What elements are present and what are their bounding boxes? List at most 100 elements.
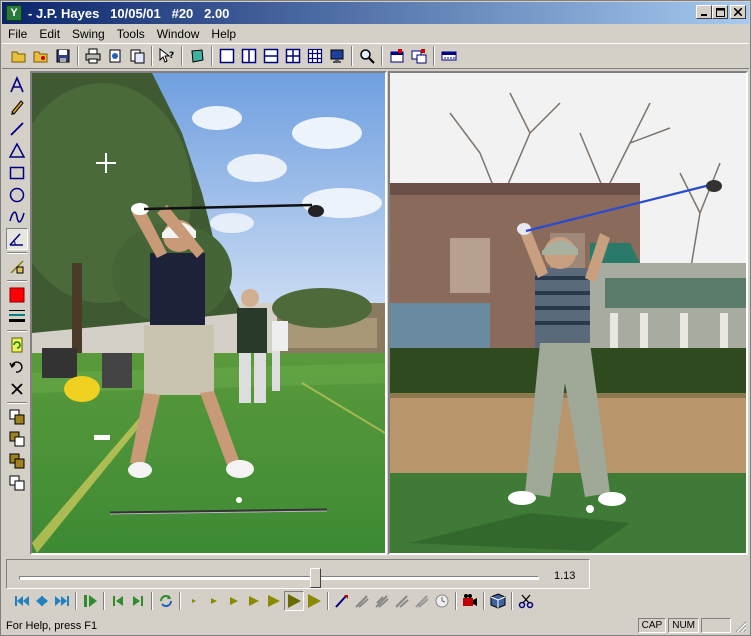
step-back-button[interactable] (32, 591, 52, 611)
play-forward-button[interactable] (284, 591, 304, 611)
undo-icon (9, 361, 23, 373)
menu-file[interactable]: File (2, 27, 33, 41)
previous-key-icon (113, 596, 123, 606)
play-pause-button[interactable] (80, 591, 100, 611)
layer-3-button[interactable] (6, 450, 28, 472)
previous-key-button[interactable] (108, 591, 128, 611)
menu-window[interactable]: Window (151, 27, 206, 41)
save-button[interactable] (52, 45, 74, 67)
trace-1-button[interactable] (352, 591, 372, 611)
timeline-thumb[interactable] (310, 568, 322, 588)
layout-quad-button[interactable] (282, 45, 304, 67)
draw-club-button[interactable] (332, 591, 352, 611)
layer-2-button[interactable] (6, 428, 28, 450)
undo-button[interactable] (6, 356, 28, 378)
print-button[interactable] (82, 45, 104, 67)
export-button[interactable] (126, 45, 148, 67)
timeline-slider[interactable] (19, 576, 539, 580)
status-empty-panel (701, 618, 731, 633)
trace-4-button[interactable] (412, 591, 432, 611)
refresh-drawing-button[interactable] (6, 334, 28, 356)
tool-separator (7, 330, 27, 332)
zoom-button[interactable] (356, 45, 378, 67)
menu-bar: File Edit Swing Tools Window Help (2, 24, 749, 43)
import-button[interactable] (104, 45, 126, 67)
toolbar-separator (433, 46, 435, 66)
text-tool-icon (10, 76, 24, 93)
down-the-line-swing-video (390, 73, 746, 553)
curve-tool-button[interactable] (6, 206, 28, 228)
layer-4-button[interactable] (6, 472, 28, 494)
scissors-button[interactable] (516, 591, 536, 611)
menu-tools[interactable]: Tools (111, 27, 151, 41)
speed-2-button[interactable] (204, 591, 224, 611)
video-pane-right[interactable] (388, 71, 748, 555)
video-pane-left[interactable] (30, 71, 387, 555)
speed-3-icon (230, 597, 238, 605)
record-video-button[interactable] (460, 591, 480, 611)
toolbar-separator (77, 46, 79, 66)
close-button[interactable] (730, 5, 746, 19)
title-bar[interactable]: Y - J.P. Hayes 10/05/01 #20 2.00 (2, 2, 749, 24)
speed-4-button[interactable] (244, 591, 264, 611)
resize-grip-icon[interactable] (733, 619, 747, 633)
open-folder-button[interactable] (8, 45, 30, 67)
app-logo-icon[interactable]: Y (6, 5, 22, 21)
triangle-tool-icon (8, 142, 26, 158)
swing-library-button[interactable] (386, 45, 408, 67)
minimize-button[interactable] (696, 5, 712, 19)
trace-4-icon (415, 595, 429, 608)
layout-split-horizontal-button[interactable] (260, 45, 282, 67)
erase-line-tool-button[interactable] (6, 256, 28, 278)
menu-swing[interactable]: Swing (66, 27, 111, 41)
timer-button[interactable] (432, 591, 452, 611)
erase-line-tool-icon (10, 260, 24, 274)
speed-5-button[interactable] (264, 591, 284, 611)
window-controls (696, 5, 746, 19)
cube-button[interactable] (488, 591, 508, 611)
loop-button[interactable] (156, 591, 176, 611)
tool-separator (7, 402, 27, 404)
maximize-button[interactable] (712, 5, 728, 19)
menu-help[interactable]: Help (205, 27, 242, 41)
speed-1-button[interactable] (184, 591, 204, 611)
open-image-button[interactable] (30, 45, 52, 67)
layout-split-vertical-button[interactable] (238, 45, 260, 67)
compare-button[interactable] (408, 45, 430, 67)
layout-grid-button[interactable] (304, 45, 326, 67)
color-swatch-button[interactable] (6, 284, 28, 306)
notes-button[interactable] (186, 45, 208, 67)
context-help-button[interactable]: ? (156, 45, 178, 67)
delete-button[interactable] (6, 378, 28, 400)
layout-single-button[interactable] (216, 45, 238, 67)
trace-3-button[interactable] (392, 591, 412, 611)
timeline-panel: 1.13 (6, 559, 590, 589)
save-icon (56, 49, 70, 63)
line-tool-button[interactable] (6, 118, 28, 140)
circle-tool-button[interactable] (6, 184, 28, 206)
text-tool-button[interactable] (6, 74, 28, 96)
minimize-icon (701, 14, 707, 16)
play-fast-button[interactable] (304, 591, 324, 611)
toolbar-separator (381, 46, 383, 66)
rectangle-tool-button[interactable] (6, 162, 28, 184)
angle-tool-button[interactable] (6, 228, 28, 250)
line-width-button[interactable] (6, 306, 28, 328)
layer-1-button[interactable] (6, 406, 28, 428)
trace-3-icon (395, 595, 409, 608)
delete-icon (11, 383, 23, 395)
step-forward-end-button[interactable] (52, 591, 72, 611)
monitor-button[interactable] (326, 45, 348, 67)
timeline-button[interactable] (438, 45, 460, 67)
cube-icon (490, 593, 506, 609)
trace-2-button[interactable] (372, 591, 392, 611)
next-key-button[interactable] (128, 591, 148, 611)
speed-3-button[interactable] (224, 591, 244, 611)
num-lock-indicator: NUM (668, 618, 699, 633)
first-frame-button[interactable] (12, 591, 32, 611)
window-title: - J.P. Hayes 10/05/01 #20 2.00 (28, 5, 230, 21)
swing-library-icon (390, 49, 404, 63)
pencil-tool-button[interactable] (6, 96, 28, 118)
triangle-tool-button[interactable] (6, 140, 28, 162)
menu-edit[interactable]: Edit (33, 27, 66, 41)
